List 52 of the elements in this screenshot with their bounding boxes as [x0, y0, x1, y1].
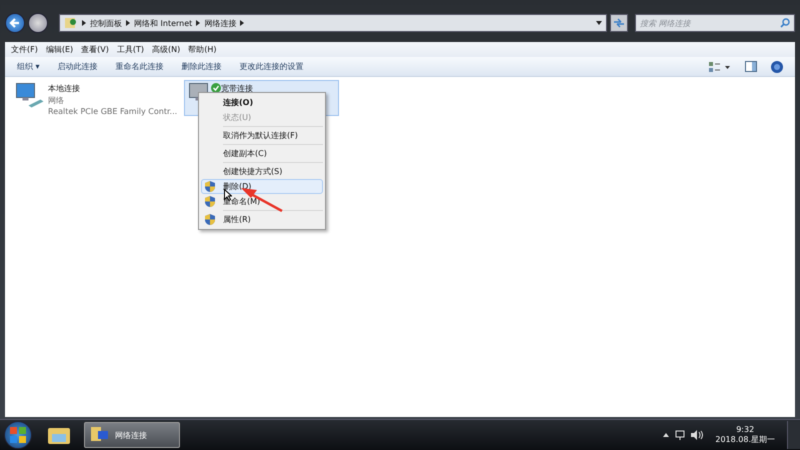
toolbar-button[interactable]: 删除此连接: [182, 61, 222, 72]
menu-item[interactable]: 帮助(H): [188, 44, 216, 55]
adapter-name: Realtek PCIe GBE Family Contr...: [48, 107, 178, 116]
volume-icon[interactable]: [691, 430, 704, 440]
toolbar-button[interactable]: 启动此连接: [58, 61, 98, 72]
context-menu-item[interactable]: 取消作为默认连接(F): [201, 128, 323, 143]
view-options-icon[interactable]: [709, 62, 731, 72]
network-icon[interactable]: [675, 430, 686, 440]
start-button[interactable]: [4, 421, 32, 449]
refresh-icon: [613, 18, 625, 28]
breadcrumb[interactable]: 控制面板: [90, 18, 122, 28]
help-icon[interactable]: [771, 60, 783, 72]
menu-item[interactable]: 编辑(E): [46, 44, 74, 55]
clock-date[interactable]: 2018.08.星期一: [715, 434, 775, 445]
forward-button[interactable]: [28, 13, 48, 33]
context-menu-item[interactable]: 创建快捷方式(S): [201, 164, 323, 179]
folder-icon[interactable]: [48, 426, 70, 444]
preview-pane-icon[interactable]: [745, 61, 757, 72]
breadcrumb-arrow-icon[interactable]: [240, 20, 244, 26]
network-folder-icon: [91, 427, 109, 443]
search-field[interactable]: 搜索 网络连接: [635, 14, 795, 32]
connection-name: 宽带连接: [221, 83, 254, 94]
taskbar-window-button[interactable]: 网络连接: [84, 422, 180, 448]
breadcrumb-arrow-icon[interactable]: [196, 20, 200, 26]
menu-item[interactable]: 工具(T): [116, 44, 144, 55]
back-button[interactable]: [5, 13, 25, 33]
menu-item[interactable]: 查看(V): [81, 44, 109, 55]
dropdown-arrow-icon[interactable]: [596, 21, 602, 25]
menu-item[interactable]: 高级(N): [152, 44, 180, 55]
toolbar-button[interactable]: 更改此连接的设置: [240, 61, 304, 72]
clock-time[interactable]: 9:32: [736, 425, 754, 434]
connection-status: 网络: [48, 95, 65, 106]
windows-logo: [9, 426, 27, 444]
search-icon: [780, 18, 790, 28]
connection-name: 本地连接: [48, 83, 81, 94]
context-menu-item[interactable]: 属性(R): [201, 212, 323, 227]
context-menu-item[interactable]: 创建副本(C): [201, 146, 323, 161]
menu-item[interactable]: 文件(F): [11, 44, 38, 55]
context-menu-item[interactable]: 连接(O): [201, 95, 323, 110]
control-panel-icon: [64, 16, 78, 30]
breadcrumb-arrow-icon[interactable]: [82, 20, 86, 26]
breadcrumb-arrow-icon[interactable]: [126, 20, 130, 26]
network-computer-icon: [16, 83, 44, 108]
breadcrumb[interactable]: 网络连接: [204, 18, 236, 28]
toolbar-button[interactable]: 重命名此连接: [116, 61, 164, 72]
toolbar-button[interactable]: 组织 ▾: [17, 61, 40, 72]
show-hidden-icons-icon[interactable]: [663, 433, 670, 437]
back-arrow-icon: [8, 16, 22, 30]
address-field[interactable]: 控制面板 网络和 Internet 网络连接: [59, 14, 607, 32]
refresh-button[interactable]: [610, 14, 628, 32]
breadcrumb[interactable]: 网络和 Internet: [134, 18, 192, 28]
connection-item[interactable]: 本地连接 网络 Realtek PCIe GBE Family Contr...: [11, 80, 182, 119]
